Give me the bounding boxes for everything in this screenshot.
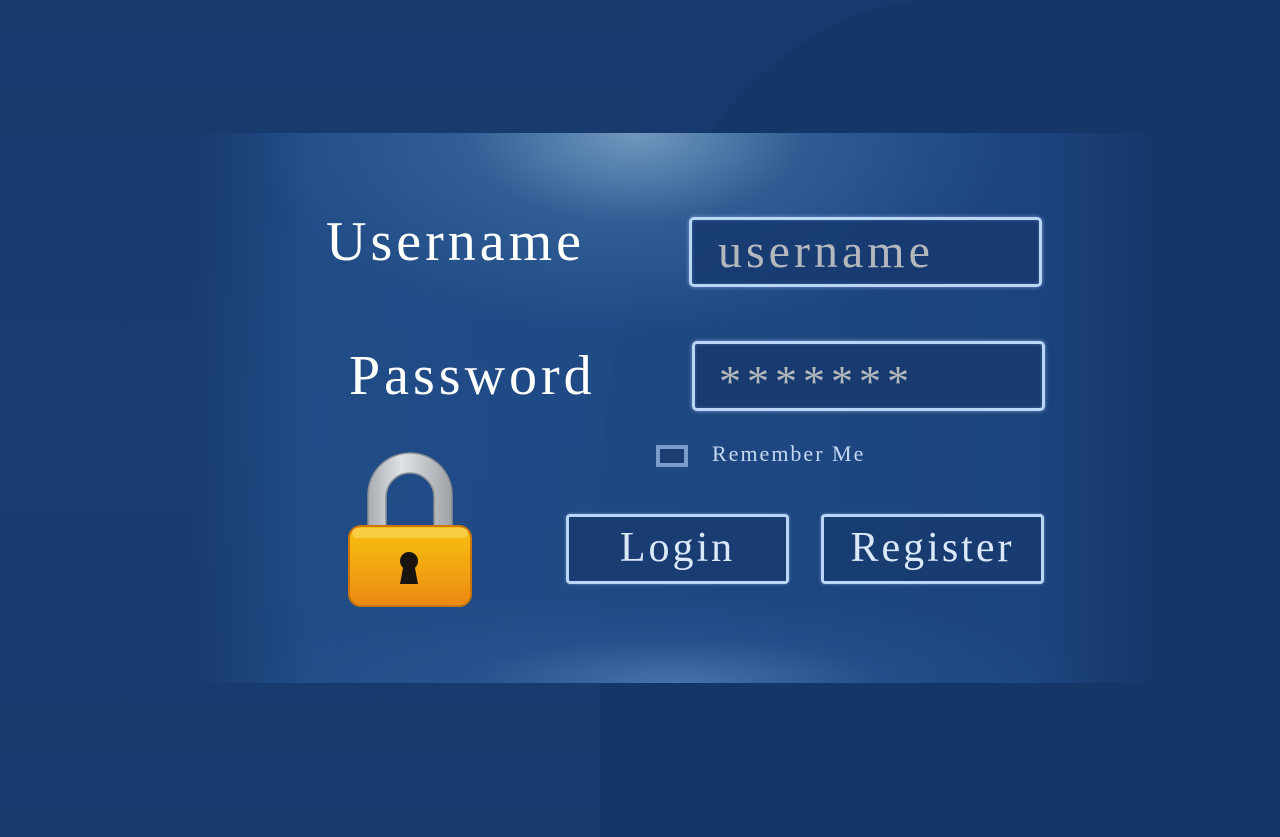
- remember-me-label[interactable]: Remember Me: [712, 441, 865, 467]
- register-button[interactable]: Register: [821, 514, 1044, 584]
- password-label: Password: [349, 345, 596, 407]
- login-button[interactable]: Login: [566, 514, 789, 584]
- username-label: Username: [326, 211, 586, 273]
- password-input[interactable]: *******: [692, 341, 1045, 411]
- padlock-icon: [348, 452, 472, 607]
- remember-me-checkbox[interactable]: [656, 445, 688, 467]
- username-input[interactable]: username: [689, 217, 1042, 287]
